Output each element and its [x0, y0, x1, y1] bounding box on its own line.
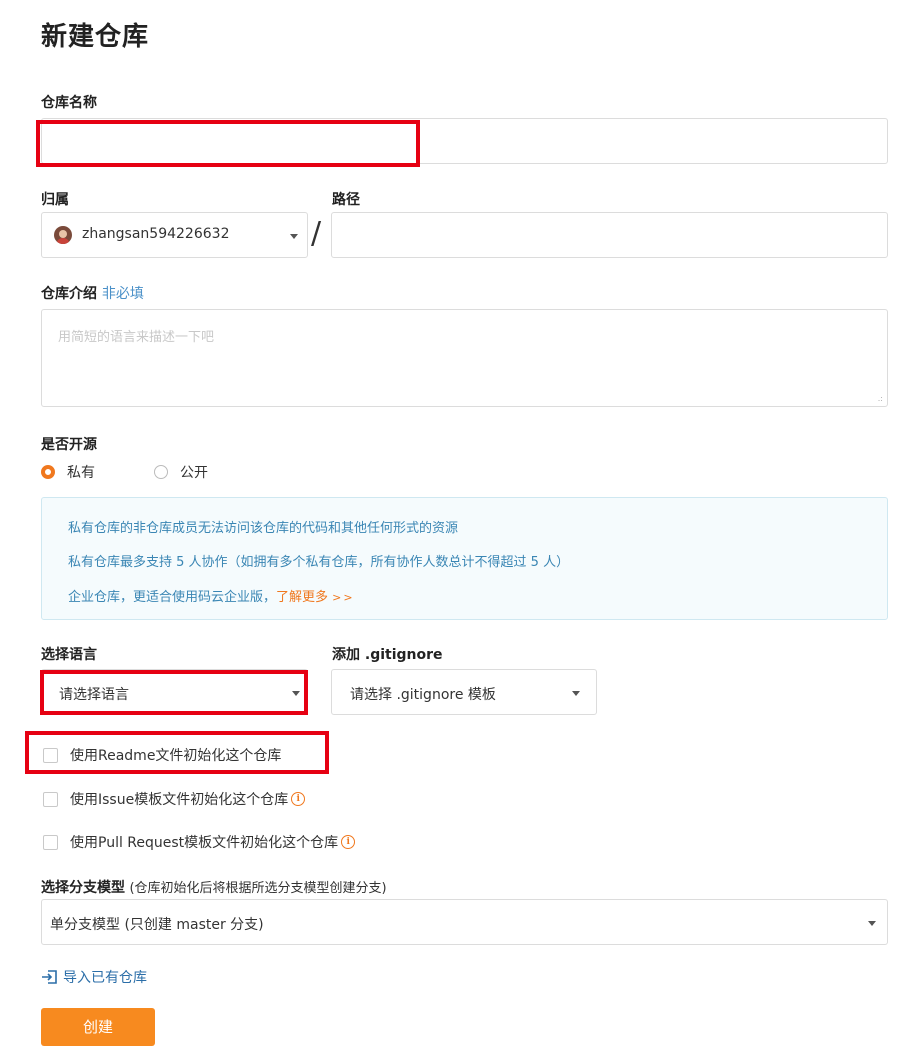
resize-handle-icon[interactable]: .:	[878, 394, 883, 403]
info-line-2: 私有仓库最多支持 5 人协作（如拥有多个私有仓库，所有协作人数总计不得超过 5 …	[68, 555, 570, 570]
info-icon[interactable]: i	[341, 835, 356, 849]
chevron-down-icon	[868, 921, 876, 926]
path-input[interactable]	[331, 212, 888, 258]
checkbox-issue[interactable]: 使用Issue模板文件初始化这个仓库 i	[43, 789, 306, 809]
chevron-down-icon	[290, 234, 298, 239]
description-label: 仓库介绍 非必填	[41, 283, 144, 303]
description-label-text: 仓库介绍	[41, 286, 97, 302]
checkbox-box[interactable]	[43, 834, 58, 850]
path-label: 路径	[332, 192, 360, 208]
checkbox-readme-label: 使用Readme文件初始化这个仓库	[70, 748, 282, 764]
gitignore-select-value: 请选择 .gitignore 模板	[350, 687, 496, 703]
optional-tag: 非必填	[101, 286, 144, 302]
repo-name-input[interactable]	[41, 118, 888, 164]
info-line-3: 企业仓库，更适合使用码云企业版，了解更多 >>	[68, 586, 355, 605]
radio-selected-icon[interactable]	[41, 465, 55, 479]
branch-model-value: 单分支模型 (只创建 master 分支)	[50, 917, 264, 933]
learn-more-link[interactable]: 了解更多	[276, 590, 328, 605]
branch-model-hint: (仓库初始化后将根据所选分支模型创建分支)	[129, 881, 387, 896]
learn-more-arrows[interactable]: >>	[332, 591, 354, 604]
create-button[interactable]: 创建	[41, 1008, 155, 1046]
language-select[interactable]: 请选择语言	[41, 669, 308, 715]
checkbox-issue-label: 使用Issue模板文件初始化这个仓库	[70, 792, 289, 808]
info-line-3-text: 企业仓库，更适合使用码云企业版，	[68, 590, 277, 605]
page-title: 新建仓库	[41, 22, 150, 52]
info-icon[interactable]: i	[291, 792, 306, 806]
checkbox-pull-request[interactable]: 使用Pull Request模板文件初始化这个仓库 i	[43, 832, 356, 852]
owner-value: zhangsan594226632	[82, 226, 230, 242]
checkbox-box[interactable]	[43, 791, 58, 807]
description-placeholder: 用简短的语言来描述一下吧	[58, 330, 215, 345]
owner-select[interactable]: zhangsan594226632	[41, 212, 308, 258]
branch-model-label: 选择分支模型 (仓库初始化后将根据所选分支模型创建分支)	[41, 877, 387, 897]
owner-label: 归属	[41, 192, 69, 208]
gitignore-label: 添加 .gitignore	[332, 647, 443, 663]
visibility-label: 是否开源	[41, 437, 97, 453]
gitignore-select[interactable]: 请选择 .gitignore 模板	[331, 669, 597, 715]
avatar	[54, 226, 72, 244]
info-line-1: 私有仓库的非仓库成员无法访问该仓库的代码和其他任何形式的资源	[68, 521, 459, 536]
radio-unselected-icon[interactable]	[154, 465, 168, 479]
radio-public[interactable]: 公开	[154, 462, 208, 482]
checkbox-readme[interactable]: 使用Readme文件初始化这个仓库	[43, 745, 281, 765]
import-repo-label: 导入已有仓库	[63, 970, 147, 986]
branch-model-label-text: 选择分支模型	[41, 880, 125, 896]
import-repo-link[interactable]: 导入已有仓库	[41, 967, 147, 987]
branch-model-select[interactable]: 单分支模型 (只创建 master 分支)	[41, 899, 888, 945]
language-select-value: 请选择语言	[59, 687, 129, 703]
checkbox-pr-label: 使用Pull Request模板文件初始化这个仓库	[70, 835, 339, 851]
chevron-down-icon	[572, 691, 580, 696]
import-icon	[42, 970, 57, 984]
chevron-down-icon	[292, 691, 300, 696]
radio-public-label: 公开	[180, 465, 208, 481]
language-label: 选择语言	[41, 647, 97, 663]
checkbox-box[interactable]	[43, 747, 58, 763]
visibility-info-box: 私有仓库的非仓库成员无法访问该仓库的代码和其他任何形式的资源 私有仓库最多支持 …	[41, 497, 888, 620]
description-textarea[interactable]: 用简短的语言来描述一下吧 .:	[41, 309, 888, 407]
radio-private-label: 私有	[67, 465, 95, 481]
radio-private[interactable]: 私有	[41, 462, 95, 482]
repo-name-label: 仓库名称	[41, 95, 97, 111]
path-separator: /	[311, 216, 322, 251]
